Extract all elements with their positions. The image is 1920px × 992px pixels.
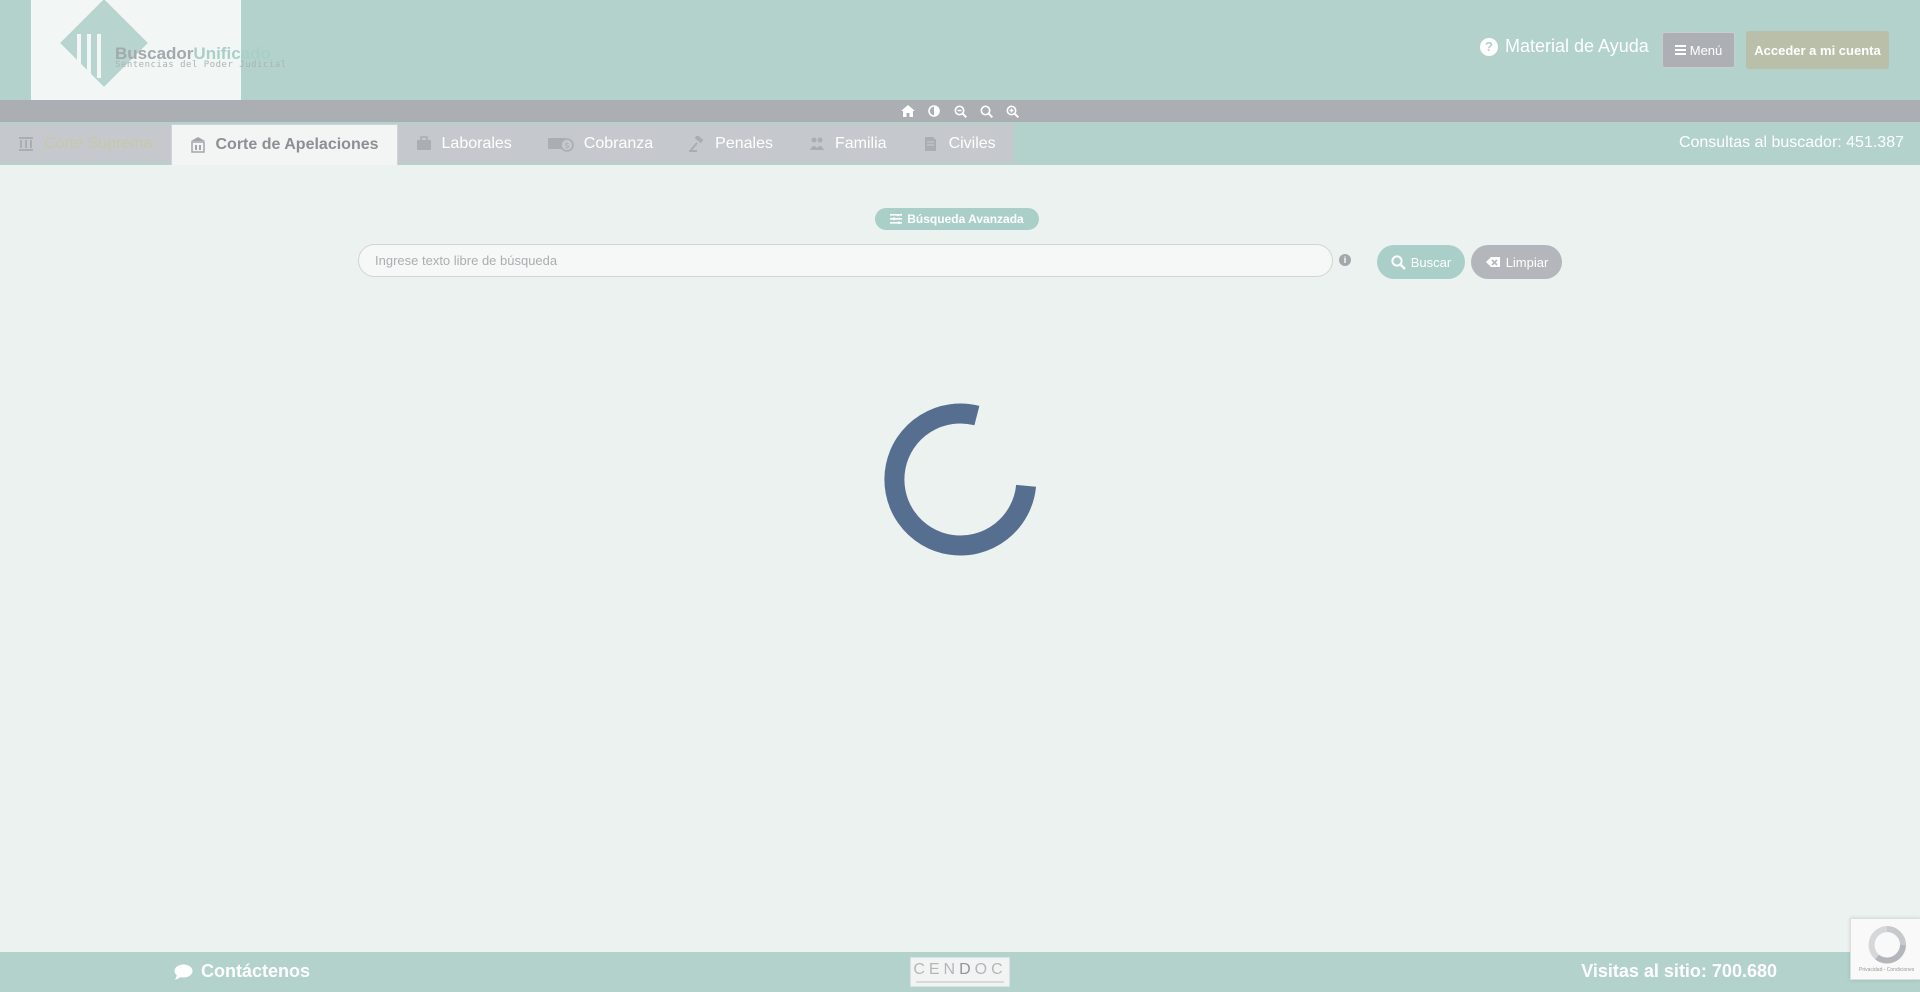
tab-civiles[interactable]: Civiles [904,124,1014,163]
columns-icon [19,136,33,151]
court-tabs: Corte Suprema Corte de Apelaciones Labor… [0,124,1014,165]
clear-button[interactable]: Limpiar [1471,245,1562,279]
contact-label: Contáctenos [201,961,311,981]
search-input[interactable] [358,244,1333,277]
logo-subtitle: Sentencias del Poder Judicial [115,60,287,70]
tab-corte-suprema[interactable]: Corte Suprema [0,124,171,163]
svg-text:$: $ [564,141,569,150]
cendoc-logo[interactable]: CENDOC [910,957,1010,987]
tab-label: Corte de Apelaciones [215,136,379,153]
tab-penales[interactable]: Penales [671,124,791,163]
tab-laborales[interactable]: Laborales [397,124,530,163]
tab-label: Corte Suprema [44,134,153,152]
tab-label: Familia [835,134,887,152]
menu-label: Menú [1689,42,1723,58]
accessibility-toolbar [0,100,1920,122]
header: BuscadorUnificado Sentencias del Poder J… [0,0,1920,100]
zoom-in-icon[interactable] [1005,104,1019,118]
family-icon [810,137,824,150]
query-counter: Consultas al buscador: 451.387 [1678,134,1904,151]
account-label: Acceder a mi cuenta [1754,42,1881,58]
hamburger-icon [1674,45,1686,55]
advanced-search-label: Búsqueda Avanzada [907,212,1024,226]
home-icon[interactable] [901,104,915,118]
chat-bubble-icon [174,964,193,980]
tab-label: Civiles [948,134,996,152]
tab-label: Cobranza [583,134,654,152]
document-icon [924,136,936,151]
briefcase-icon [416,135,431,150]
recaptcha-icon [1868,926,1906,964]
courthouse-icon [190,137,205,153]
tab-label: Laborales [441,134,512,152]
clear-label: Limpiar [1505,254,1549,270]
recaptcha-caption[interactable]: Privacidad - Condiciones [1859,967,1914,973]
tabs-row: Corte Suprema Corte de Apelaciones Labor… [0,122,1920,165]
search-label: Buscar [1410,254,1452,270]
contact-link[interactable]: Contáctenos [174,961,310,982]
zoom-reset-icon[interactable] [979,104,993,118]
loading-spinner-icon [884,403,1037,556]
tab-corte-apelaciones[interactable]: Corte de Apelaciones [170,124,398,165]
eraser-icon [1485,256,1500,267]
search-icon [1391,254,1406,270]
money-icon: $ [547,137,574,152]
visits-counter: Visitas al sitio: 700.680 [1581,961,1777,981]
zoom-out-icon[interactable] [953,104,967,118]
tab-cobranza[interactable]: $ Cobranza [529,124,672,163]
menu-button[interactable]: Menú [1662,32,1735,68]
search-button[interactable]: Buscar [1377,245,1465,279]
help-material-label: Material de Ayuda [1505,36,1649,56]
advanced-search-button[interactable]: Búsqueda Avanzada [875,208,1039,230]
footer: Contáctenos CENDOC Visitas al sitio: 700… [0,952,1920,992]
help-material-link[interactable]: ? Material de Ayuda [1480,36,1649,57]
account-button[interactable]: Acceder a mi cuenta [1746,31,1889,69]
question-circle-icon: ? [1480,37,1498,56]
gavel-icon [689,135,704,152]
sliders-icon [890,214,903,224]
tab-label: Penales [715,134,773,152]
cendoc-wordmark: CENDOC [913,960,1007,978]
contrast-icon[interactable] [927,104,941,118]
info-icon[interactable]: i [1339,254,1351,266]
tab-familia[interactable]: Familia [791,124,905,163]
site-logo[interactable]: BuscadorUnificado Sentencias del Poder J… [31,0,286,100]
recaptcha-badge[interactable]: Privacidad - Condiciones [1850,918,1920,980]
